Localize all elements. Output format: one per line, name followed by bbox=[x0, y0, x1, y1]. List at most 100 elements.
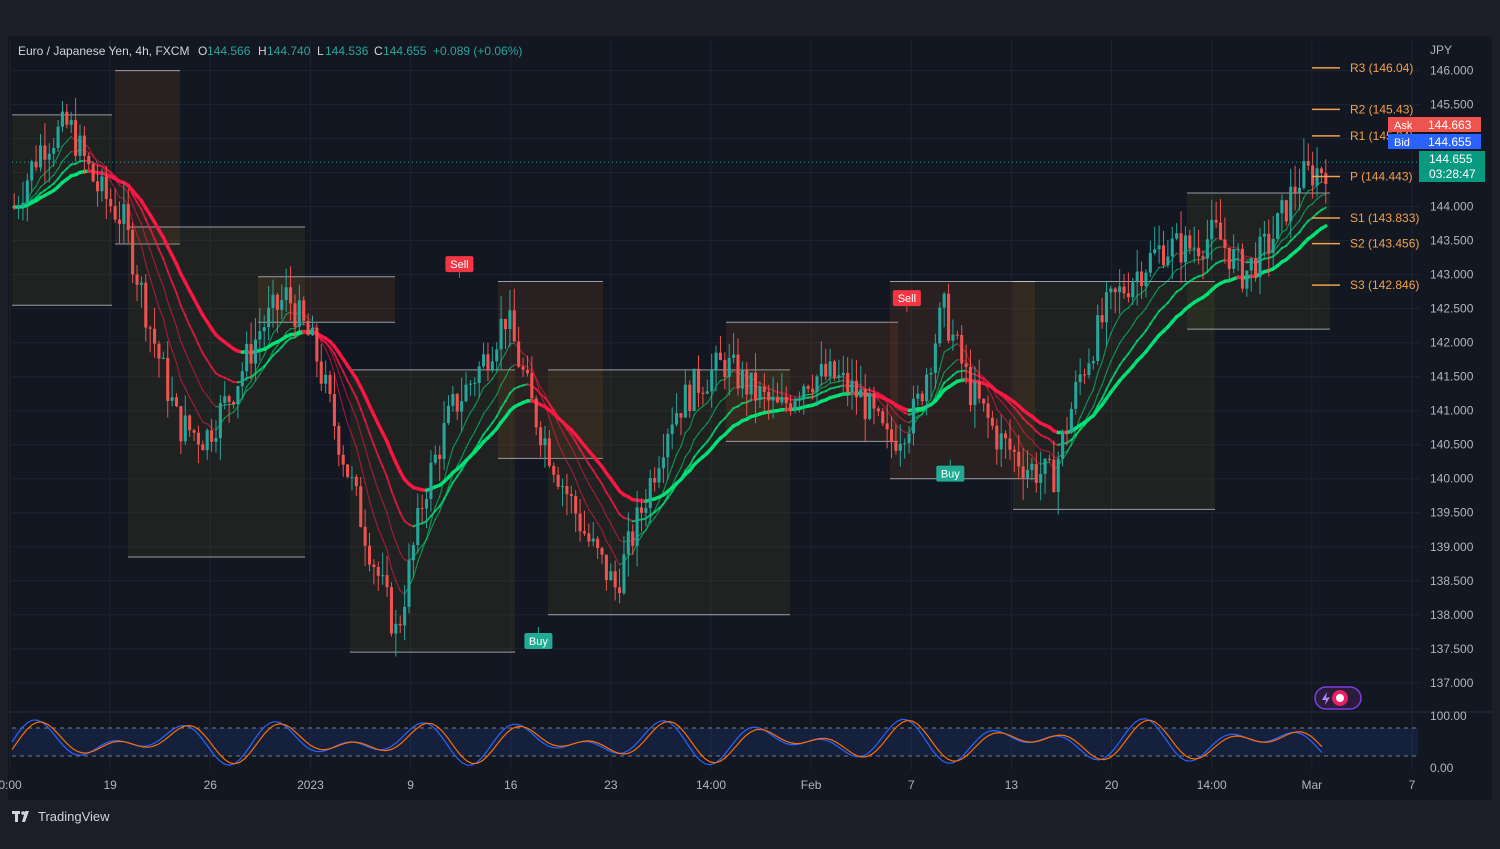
candle-body bbox=[359, 486, 362, 527]
candle-body bbox=[653, 478, 656, 482]
candle-body bbox=[583, 531, 586, 533]
candle-body bbox=[1118, 286, 1121, 292]
candle-body bbox=[596, 539, 599, 549]
candle-body bbox=[390, 587, 393, 633]
signal-label: Buy bbox=[529, 636, 548, 648]
candle-body bbox=[298, 300, 301, 326]
candle-body bbox=[517, 342, 520, 367]
y-tick-label: 146.000 bbox=[1430, 64, 1474, 78]
svg-text:144.663: 144.663 bbox=[1428, 118, 1472, 132]
candle-body bbox=[574, 496, 577, 514]
chart-area[interactable]: SellSellBuyBuy 146.000145.500145.000144.… bbox=[0, 0, 1500, 844]
svg-text:Ask: Ask bbox=[1394, 120, 1413, 132]
candle-body bbox=[421, 508, 424, 509]
candle-body bbox=[43, 145, 46, 159]
candle-body bbox=[1197, 248, 1200, 257]
candle-body bbox=[127, 204, 130, 230]
candle-body bbox=[614, 571, 617, 587]
y-tick-label: 138.500 bbox=[1430, 574, 1474, 588]
candle-body bbox=[539, 427, 542, 445]
candle-body bbox=[1140, 272, 1143, 287]
candle-body bbox=[1065, 432, 1068, 433]
candle-body bbox=[1184, 235, 1187, 262]
candle-body bbox=[851, 381, 854, 393]
candle-body bbox=[1022, 466, 1025, 478]
candle-body bbox=[399, 624, 402, 626]
candle-body bbox=[131, 230, 134, 275]
candle-body bbox=[491, 361, 494, 370]
candle-body bbox=[1175, 233, 1178, 238]
pivot-label: S2 (143.456) bbox=[1350, 237, 1419, 251]
candle-body bbox=[386, 575, 389, 587]
candle-body bbox=[324, 375, 327, 384]
candle-body bbox=[982, 399, 985, 404]
replay-icon[interactable] bbox=[1315, 687, 1361, 709]
candle-body bbox=[219, 403, 222, 438]
candle-body bbox=[557, 475, 560, 487]
candle-body bbox=[1298, 188, 1301, 193]
osc-band bbox=[12, 728, 1418, 756]
candle-body bbox=[666, 434, 669, 457]
candle-body bbox=[258, 331, 261, 339]
candle-body bbox=[1122, 286, 1125, 293]
candle-body bbox=[1109, 289, 1112, 293]
ema-fast bbox=[720, 380, 724, 381]
candle-body bbox=[912, 399, 915, 434]
candle-body bbox=[969, 367, 972, 405]
candle-body bbox=[1267, 234, 1270, 253]
candle-body bbox=[1171, 239, 1174, 257]
candle-body bbox=[482, 354, 485, 366]
candle-body bbox=[245, 344, 248, 371]
price-badge-ask: Ask 144.663 bbox=[1388, 117, 1481, 132]
y-tick-label: 140.500 bbox=[1430, 438, 1474, 452]
candle-body bbox=[289, 287, 292, 303]
y-tick-label: 137.000 bbox=[1430, 676, 1474, 690]
candle-body bbox=[1013, 450, 1016, 452]
candle-body bbox=[745, 370, 748, 395]
candle-body bbox=[350, 477, 353, 478]
candle-body bbox=[640, 507, 643, 512]
candle-body bbox=[61, 112, 64, 127]
candle-body bbox=[929, 373, 932, 375]
candle-body bbox=[1048, 459, 1051, 460]
tradingview-logo-icon bbox=[12, 811, 32, 823]
tradingview-brand[interactable]: TradingView bbox=[12, 809, 110, 824]
candle-body bbox=[83, 136, 86, 156]
y-tick-label: 141.500 bbox=[1430, 370, 1474, 384]
candle-body bbox=[636, 507, 639, 545]
x-tick-label: 19 bbox=[103, 778, 117, 792]
candle-body bbox=[693, 369, 696, 411]
svg-text:Bid: Bid bbox=[1394, 137, 1410, 149]
candle-body bbox=[995, 426, 998, 450]
pivot-label: R3 (146.04) bbox=[1350, 61, 1413, 75]
candle-body bbox=[153, 329, 156, 344]
candle-body bbox=[732, 355, 735, 358]
symbol-title: Euro / Japanese Yen, 4h, FXCM bbox=[18, 44, 189, 58]
candle-body bbox=[1149, 253, 1152, 273]
candle-body bbox=[1008, 438, 1011, 449]
candle-body bbox=[631, 531, 634, 545]
chart-svg[interactable]: SellSellBuyBuy 146.000145.500145.000144.… bbox=[0, 0, 1500, 844]
candle-body bbox=[342, 455, 345, 465]
candle-body bbox=[236, 386, 239, 404]
candle-body bbox=[504, 319, 507, 329]
candle-body bbox=[495, 349, 498, 361]
candle-body bbox=[1114, 289, 1117, 293]
candle-body bbox=[65, 112, 68, 125]
candle-body bbox=[372, 565, 375, 567]
candle-body bbox=[280, 300, 283, 310]
candle-body bbox=[592, 539, 595, 542]
y-tick-label: 140.000 bbox=[1430, 472, 1474, 486]
candle-body bbox=[469, 384, 472, 385]
candle-body bbox=[1223, 240, 1226, 248]
candle-body bbox=[223, 396, 226, 403]
candle-body bbox=[951, 335, 954, 341]
candle-body bbox=[276, 295, 279, 310]
candle-body bbox=[872, 394, 875, 409]
candle-body bbox=[657, 468, 660, 482]
brand-label: TradingView bbox=[38, 809, 110, 824]
candle-body bbox=[829, 361, 832, 376]
y-tick-label: 143.000 bbox=[1430, 268, 1474, 282]
candle-body bbox=[622, 554, 625, 593]
candle-body bbox=[135, 274, 138, 284]
